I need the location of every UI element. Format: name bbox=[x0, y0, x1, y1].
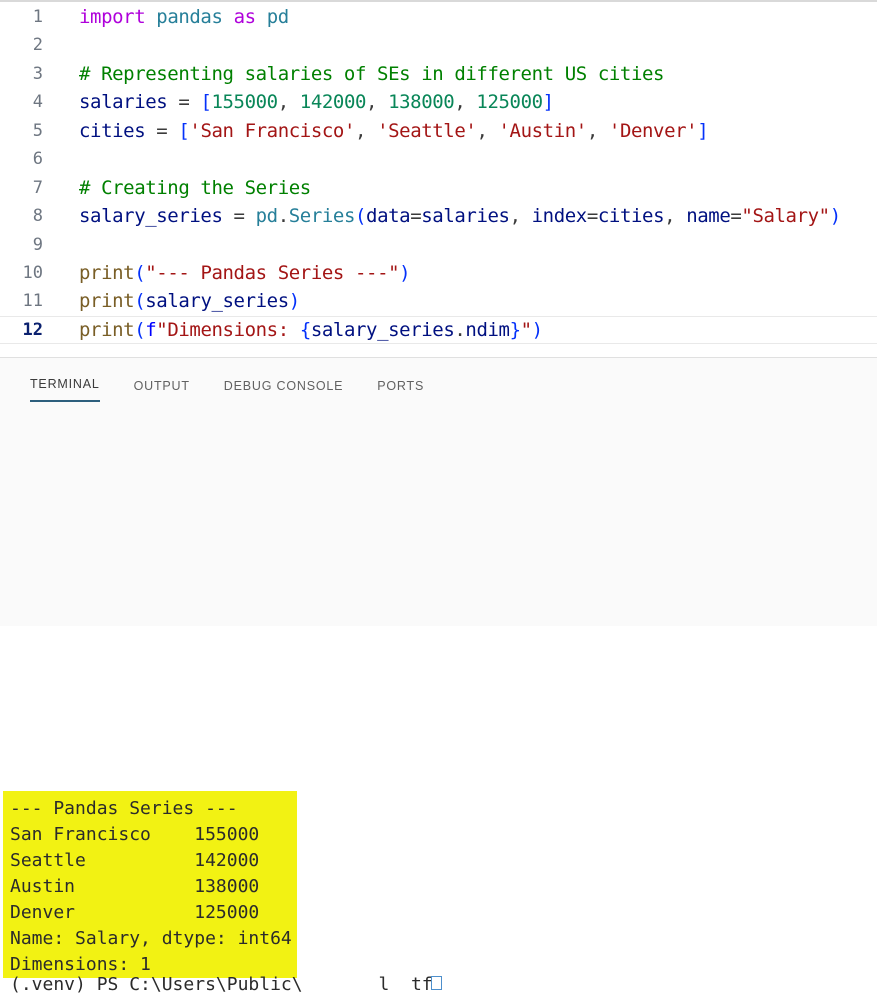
line-number: 2 bbox=[0, 31, 43, 59]
line-number: 1 bbox=[0, 3, 43, 31]
tab-terminal[interactable]: TERMINAL bbox=[30, 369, 100, 402]
code-line: 3# Representing salaries of SEs in diffe… bbox=[0, 60, 877, 88]
line-number: 7 bbox=[0, 174, 43, 202]
panel-tab-bar: TERMINAL OUTPUT DEBUG CONSOLE PORTS bbox=[0, 358, 877, 402]
terminal-line: --- Pandas Series --- bbox=[10, 796, 292, 822]
line-number: 10 bbox=[0, 259, 43, 287]
top-border-strip bbox=[0, 0, 877, 2]
code-line: 4salaries = [155000, 142000, 138000, 125… bbox=[0, 88, 877, 116]
line-number: 4 bbox=[0, 88, 43, 116]
terminal-line: Austin 138000 bbox=[10, 874, 292, 900]
code-editor[interactable]: 1import pandas as pd23# Representing sal… bbox=[0, 3, 877, 355]
line-number: 3 bbox=[0, 60, 43, 88]
terminal-line: San Francisco 155000 bbox=[10, 822, 292, 848]
code-line: 5cities = ['San Francisco', 'Seattle', '… bbox=[0, 117, 877, 145]
tab-ports[interactable]: PORTS bbox=[377, 371, 424, 402]
terminal-prompt: (.venv) PS C:\Users\Public\ l tf bbox=[10, 974, 433, 995]
code-line: 8salary_series = pd.Series(data=salaries… bbox=[0, 202, 877, 230]
terminal-cursor bbox=[431, 976, 442, 990]
code-line: 1import pandas as pd bbox=[0, 3, 877, 31]
line-number: 11 bbox=[0, 287, 43, 315]
line-number: 5 bbox=[0, 117, 43, 145]
line-number: 6 bbox=[0, 145, 43, 173]
line-number: 9 bbox=[0, 231, 43, 259]
code-line: 9 bbox=[0, 231, 877, 259]
line-number: 12 bbox=[0, 316, 43, 344]
code-line: 2 bbox=[0, 31, 877, 59]
code-line: 6 bbox=[0, 145, 877, 173]
terminal-line: Seattle 142000 bbox=[10, 848, 292, 874]
tab-output[interactable]: OUTPUT bbox=[134, 371, 190, 402]
bottom-panel: TERMINAL OUTPUT DEBUG CONSOLE PORTS --- … bbox=[0, 357, 877, 626]
tab-debug-console[interactable]: DEBUG CONSOLE bbox=[224, 371, 343, 402]
code-line: 11print(salary_series) bbox=[0, 287, 877, 315]
terminal-line: Name: Salary, dtype: int64 bbox=[10, 926, 292, 952]
code-line: 7# Creating the Series bbox=[0, 174, 877, 202]
code-line: 10print("--- Pandas Series ---") bbox=[0, 259, 877, 287]
line-number: 8 bbox=[0, 202, 43, 230]
code-line: 12print(f"Dimensions: {salary_series.ndi… bbox=[0, 316, 877, 344]
terminal-output: --- Pandas Series ---San Francisco 15500… bbox=[10, 796, 292, 978]
terminal-line: Denver 125000 bbox=[10, 900, 292, 926]
